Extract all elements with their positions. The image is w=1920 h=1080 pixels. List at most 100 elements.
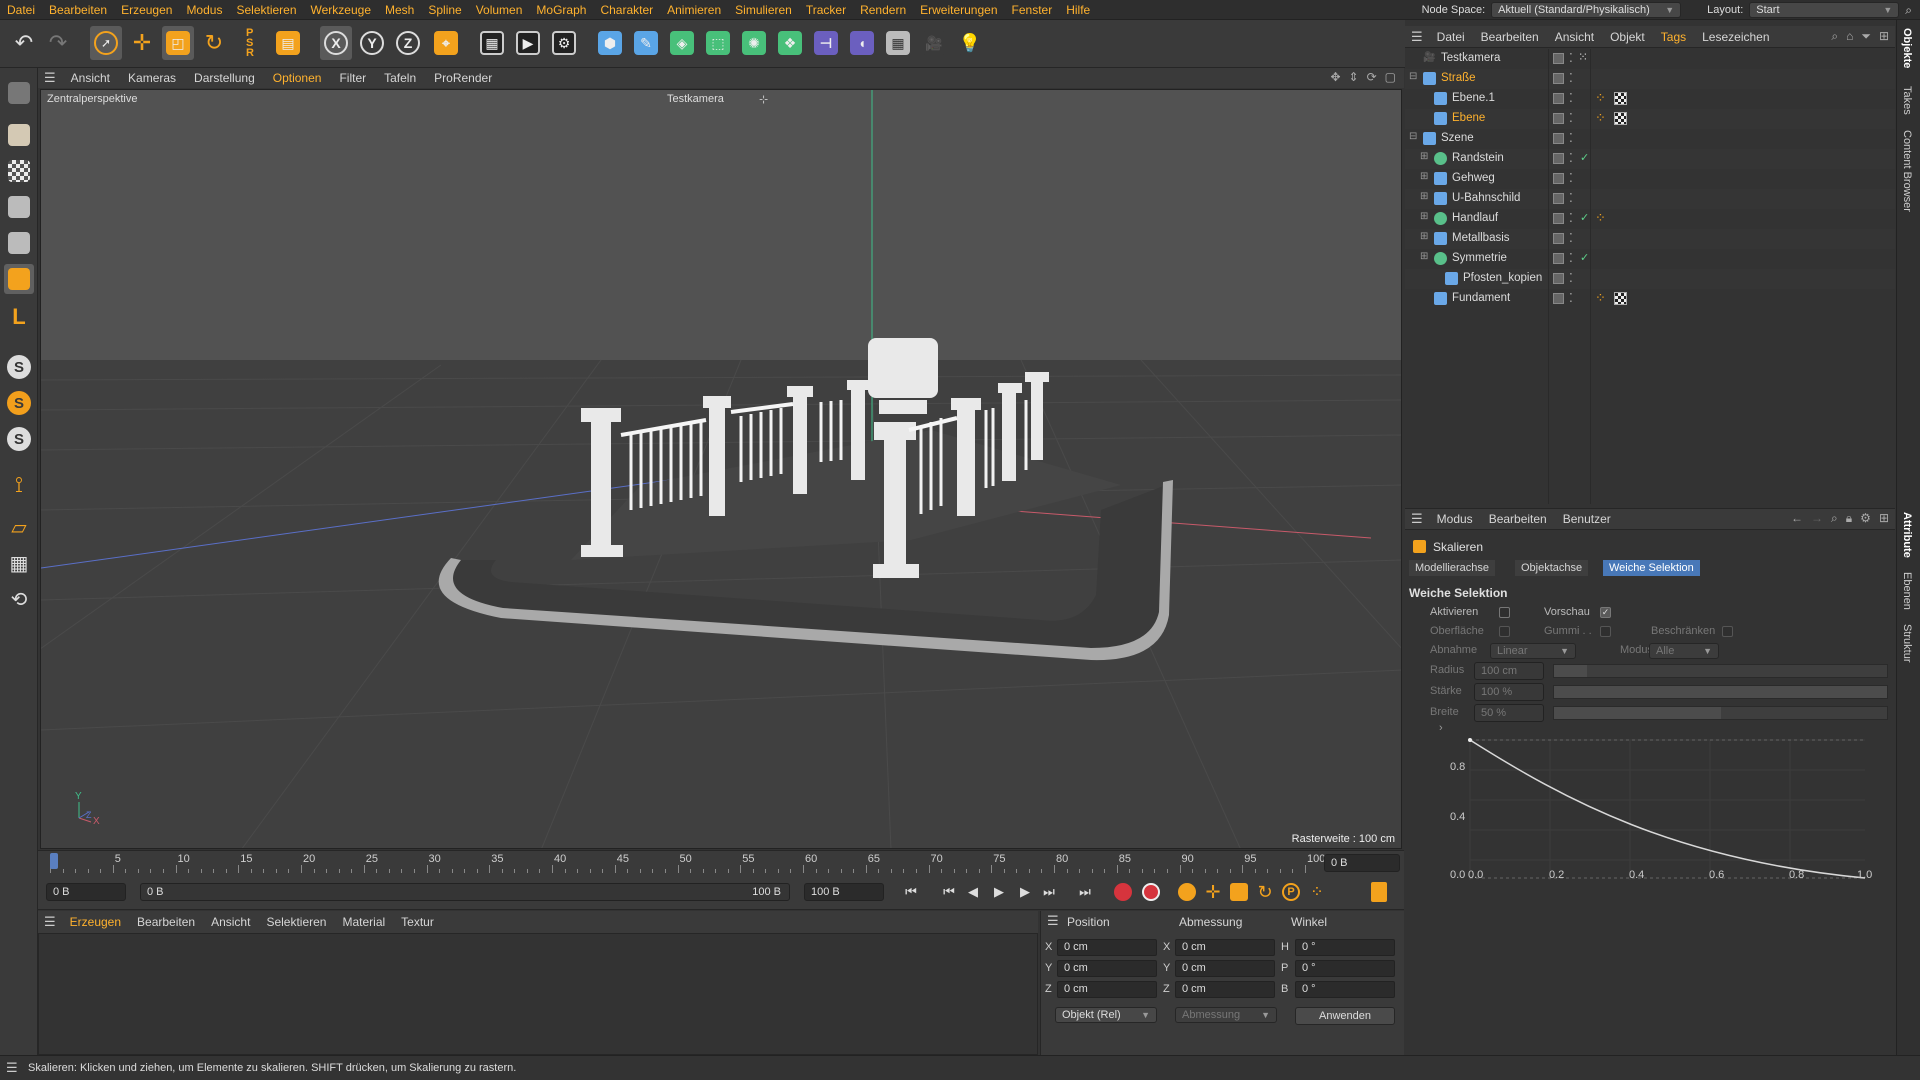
attribute-menu-modus[interactable]: Modus — [1429, 509, 1481, 529]
object-row[interactable]: ⊞ Metallbasis ⁚ — [1405, 229, 1895, 249]
enabled-check-icon[interactable]: ✓ — [1580, 151, 1589, 164]
menu-rendern[interactable]: Rendern — [853, 0, 913, 20]
x-axis-button[interactable]: X — [320, 26, 352, 60]
quantize-button[interactable]: S — [4, 424, 34, 454]
material-menu-textur[interactable]: Textur — [393, 911, 442, 933]
move-tool-button[interactable]: ✛ — [126, 26, 158, 60]
menu-modus[interactable]: Modus — [179, 0, 229, 20]
hamburger-icon[interactable]: ☰ — [38, 914, 62, 930]
strength-slider[interactable] — [1553, 685, 1888, 699]
enabled-check-icon[interactable]: ✓ — [1580, 251, 1589, 264]
tab-objects[interactable]: Objekte — [1901, 28, 1913, 68]
object-menu-lesezeichen[interactable]: Lesezeichen — [1694, 26, 1777, 48]
forward-arrow-icon[interactable]: → — [1811, 511, 1823, 526]
render-visibility-dots[interactable]: ⁚ — [1569, 131, 1573, 145]
surface-checkbox[interactable] — [1499, 626, 1510, 637]
last-tool-button[interactable]: ▤ — [272, 26, 304, 60]
tab-attributes[interactable]: Attribute — [1901, 512, 1913, 558]
viewport-menu-darstellung[interactable]: Darstellung — [185, 68, 264, 88]
pos-y-field[interactable]: 0 cm — [1057, 960, 1157, 977]
floor-button[interactable]: ▦ — [882, 26, 914, 60]
timeline-layout-button[interactable] — [1368, 882, 1390, 902]
size-z-field[interactable]: 0 cm — [1175, 981, 1275, 998]
viewport-menu-ansicht[interactable]: Ansicht — [62, 68, 119, 88]
activate-checkbox[interactable] — [1499, 607, 1510, 618]
tab-layers[interactable]: Ebenen — [1901, 572, 1913, 610]
tab-structure[interactable]: Struktur — [1901, 624, 1913, 663]
go-to-end-button[interactable]: ⏭ — [1074, 882, 1096, 902]
scale-tool-button[interactable]: ◰ — [162, 26, 194, 60]
object-row[interactable]: 🎥 Testkamera ⁚ ⁙ — [1405, 49, 1895, 69]
pen-spline-button[interactable]: ✎ — [630, 26, 662, 60]
menu-tracker[interactable]: Tracker — [799, 0, 853, 20]
subdivision-button[interactable]: ◈ — [666, 26, 698, 60]
z-axis-button[interactable]: Z — [392, 26, 424, 60]
width-slider[interactable] — [1553, 706, 1888, 720]
render-visibility-dots[interactable]: ⁚ — [1569, 251, 1573, 265]
object-row[interactable]: Pfosten_kopien ⁚ — [1405, 269, 1895, 289]
editor-visibility-toggle[interactable] — [1553, 153, 1564, 164]
expand-icon[interactable]: ⊞ — [1420, 211, 1428, 222]
new-window-icon[interactable]: ⊞ — [1879, 511, 1889, 526]
collapse-icon[interactable]: ⊟ — [1409, 71, 1417, 82]
falloff-curve-graph[interactable] — [1425, 730, 1865, 890]
workplane-button[interactable]: ⟟ — [4, 470, 34, 500]
end-frame-field[interactable]: 100 B — [804, 883, 884, 901]
menu-animieren[interactable]: Animieren — [660, 0, 728, 20]
new-window-icon[interactable]: ⊞ — [1879, 29, 1889, 44]
undo-button[interactable]: ↶ — [8, 26, 40, 60]
hamburger-icon[interactable]: ☰ — [1047, 913, 1059, 929]
rot-h-field[interactable]: 0 ° — [1295, 939, 1395, 956]
pos-z-field[interactable]: 0 cm — [1057, 981, 1157, 998]
material-tag-icon[interactable] — [1614, 92, 1627, 105]
enabled-check-icon[interactable]: ✓ — [1580, 211, 1589, 224]
editor-visibility-toggle[interactable] — [1553, 253, 1564, 264]
object-row[interactable]: ⊞ U-Bahnschild ⁚ — [1405, 189, 1895, 209]
camera-label[interactable]: Testkamera — [667, 93, 724, 105]
coordinate-system-button[interactable]: ⌖ — [430, 26, 462, 60]
previous-frame-button[interactable]: ◀ — [962, 882, 984, 902]
render-visibility-dots[interactable]: ⁚ — [1569, 71, 1573, 85]
radius-field[interactable]: 100 cm — [1474, 662, 1544, 680]
render-visibility-dots[interactable]: ⁚ — [1569, 171, 1573, 185]
3d-viewport[interactable]: Y X Z Zentralperspektive Testkamera ⊹ Ra… — [40, 89, 1402, 849]
texture-mode-button[interactable] — [4, 156, 34, 186]
preview-checkbox[interactable]: ✓ — [1600, 607, 1611, 618]
search-icon[interactable]: ⌕ — [1831, 29, 1838, 44]
material-menu-bearbeiten[interactable]: Bearbeiten — [129, 911, 203, 933]
object-menu-tags[interactable]: Tags — [1653, 26, 1694, 48]
width-field[interactable]: 50 % — [1474, 704, 1544, 722]
collapse-icon[interactable]: ⊟ — [1409, 131, 1417, 142]
phong-tag-icon[interactable]: ⁘ — [1595, 210, 1606, 226]
material-list[interactable] — [38, 933, 1038, 1055]
viewport-menu-prorender[interactable]: ProRender — [425, 68, 501, 88]
camera-target-tag-icon[interactable]: ⁙ — [1578, 50, 1588, 64]
hamburger-icon[interactable]: ☰ — [1405, 511, 1429, 527]
object-menu-bearbeiten[interactable]: Bearbeiten — [1473, 26, 1547, 48]
menu-hilfe[interactable]: Hilfe — [1059, 0, 1097, 20]
search-icon[interactable]: ⌕ — [1905, 3, 1912, 18]
deformer-button[interactable]: ⊣ — [810, 26, 842, 60]
object-row[interactable]: Fundament ⁚ ⁘ — [1405, 289, 1895, 309]
lock-icon[interactable]: 🔒︎ — [1846, 511, 1852, 526]
polygon-mode-button[interactable] — [4, 264, 34, 294]
radius-slider[interactable] — [1553, 664, 1888, 678]
rotate-view-icon[interactable]: ⟳ — [1367, 70, 1377, 84]
editor-visibility-toggle[interactable] — [1553, 93, 1564, 104]
editor-visibility-toggle[interactable] — [1553, 53, 1564, 64]
rot-p-field[interactable]: 0 ° — [1295, 960, 1395, 977]
render-picture-viewer-button[interactable]: ▶ — [512, 26, 544, 60]
model-mode-button[interactable] — [4, 120, 34, 150]
start-frame-field[interactable]: 0 B — [46, 883, 126, 901]
menu-erzeugen[interactable]: Erzeugen — [114, 0, 179, 20]
phong-tag-icon[interactable]: ⁘ — [1595, 290, 1606, 306]
material-menu-material[interactable]: Material — [334, 911, 393, 933]
tab-soft-selection[interactable]: Weiche Selektion — [1603, 560, 1700, 576]
object-menu-datei[interactable]: Datei — [1429, 26, 1473, 48]
key-position-button[interactable]: ✛ — [1202, 882, 1224, 902]
menu-werkzeuge[interactable]: Werkzeuge — [304, 0, 378, 20]
hamburger-icon[interactable]: ☰ — [6, 1060, 18, 1076]
hamburger-icon[interactable]: ☰ — [1405, 29, 1429, 45]
node-space-dropdown[interactable]: Aktuell (Standard/Physikalisch) ▼ — [1491, 2, 1682, 18]
rotate-tool-button[interactable]: ↻ — [198, 26, 230, 60]
